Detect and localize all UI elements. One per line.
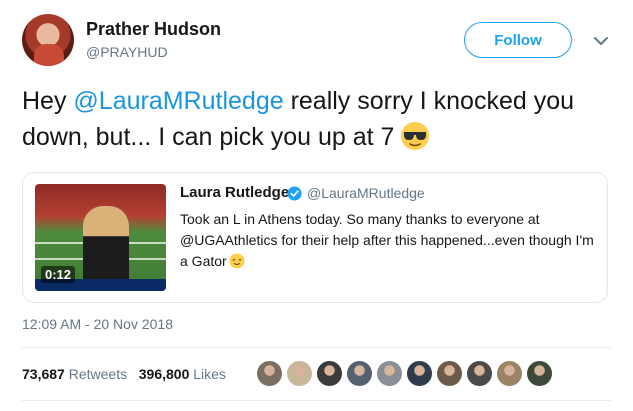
follow-button[interactable]: Follow — [464, 22, 572, 58]
retweets-count[interactable]: 73,687 — [22, 366, 65, 382]
liker-avatars — [256, 360, 556, 387]
liker-avatar[interactable] — [376, 360, 403, 387]
liker-avatar[interactable] — [346, 360, 373, 387]
chevron-down-icon[interactable] — [590, 30, 612, 52]
liker-avatar[interactable] — [316, 360, 343, 387]
likes-label[interactable]: Likes — [193, 366, 226, 382]
divider — [22, 347, 611, 348]
sunglasses-emoji-icon — [401, 122, 430, 150]
liker-avatar[interactable] — [406, 360, 433, 387]
liker-avatar[interactable] — [526, 360, 553, 387]
quoted-tweet-text: Took an L in Athens today. So many thank… — [180, 209, 600, 272]
video-thumbnail[interactable]: 0:12 — [35, 184, 166, 291]
liker-avatar[interactable] — [256, 360, 283, 387]
tweet-text-before: Hey — [22, 87, 74, 115]
author-handle[interactable]: @PRAYHUD — [86, 44, 168, 60]
relieved-face-emoji-icon — [229, 253, 245, 269]
likes-count[interactable]: 396,800 — [139, 366, 190, 382]
liker-avatar[interactable] — [496, 360, 523, 387]
quoted-author-handle[interactable]: @LauraMRutledge — [307, 185, 425, 201]
quoted-tweet-card[interactable]: 0:12 Laura Rutledge @LauraMRutledge Took… — [22, 172, 608, 303]
video-duration: 0:12 — [41, 266, 76, 283]
retweets-label[interactable]: Retweets — [69, 366, 127, 382]
quoted-author-name[interactable]: Laura Rutledge — [180, 184, 289, 201]
tweet-timestamp[interactable]: 12:09 AM - 20 Nov 2018 — [22, 316, 173, 332]
liker-avatar[interactable] — [286, 360, 313, 387]
mention-link[interactable]: @LauraMRutledge — [73, 87, 283, 115]
tweet-text: Hey @LauraMRutledge really sorry I knock… — [22, 83, 622, 155]
verified-badge-icon — [287, 186, 302, 201]
author-name[interactable]: Prather Hudson — [86, 19, 221, 40]
divider — [22, 400, 611, 401]
author-avatar[interactable] — [22, 14, 74, 66]
liker-avatar[interactable] — [466, 360, 493, 387]
engagement-stats: 73,687 Retweets 396,800 Likes — [22, 366, 226, 382]
liker-avatar[interactable] — [436, 360, 463, 387]
